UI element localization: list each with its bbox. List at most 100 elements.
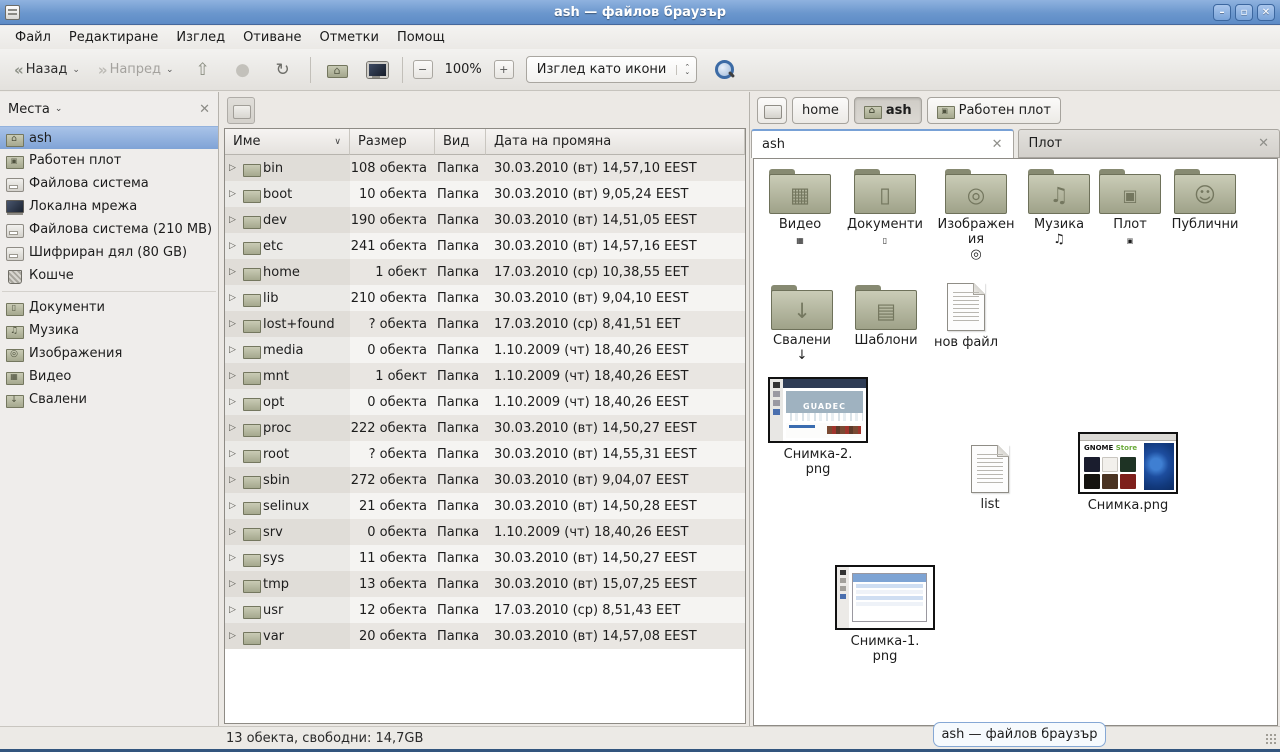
expander-icon[interactable] [229,371,240,381]
table-row[interactable]: sys 11 обекта Папка 30.03.2010 (вт) 14,5… [225,545,745,571]
sidebar-close-icon[interactable] [199,102,210,117]
breadcrumb-ash[interactable]: ash [854,97,922,124]
breadcrumb-filesystem[interactable] [757,97,787,124]
back-button[interactable]: « Назад ⌄ [8,57,86,83]
sidebar-item[interactable]: Шифриран дял (80 GB) [0,241,218,264]
table-row[interactable]: var 20 обекта Папка 30.03.2010 (вт) 14,5… [225,623,745,649]
menu-item[interactable]: Отиване [234,28,310,47]
menu-item[interactable]: Файл [6,28,60,47]
folder-video[interactable]: Видео [758,169,842,247]
reload-button[interactable]: ↻ [266,56,300,84]
icon-view[interactable]: Видео Документи Изображен ия Музика Плот… [753,158,1278,726]
tab-ash[interactable]: ash [751,129,1014,158]
column-header-date[interactable]: Дата на промяна [486,129,745,155]
table-row[interactable]: dev 190 обекта Папка 30.03.2010 (вт) 14,… [225,207,745,233]
sidebar-item[interactable]: Файлова система [0,172,218,195]
close-button[interactable]: ✕ [1257,4,1275,21]
stop-button[interactable]: ● [226,56,260,84]
sidebar-caret-icon[interactable]: ⌄ [55,104,63,114]
folder-templates[interactable]: Шаблони [846,285,926,348]
view-mode-select[interactable]: Изглед като икони ⌃⌄ [526,56,697,83]
sidebar-item[interactable]: Документи [0,296,218,319]
minimize-button[interactable]: – [1213,4,1231,21]
zoom-out-button[interactable]: − [413,60,433,79]
expander-icon[interactable] [229,215,240,225]
sidebar-title[interactable]: Места [8,102,50,117]
expander-icon[interactable] [229,345,240,355]
tab-close-icon[interactable] [992,137,1003,152]
table-row[interactable]: etc 241 обекта Папка 30.03.2010 (вт) 14,… [225,233,745,259]
file-snimka[interactable]: GNOME Store Снимка.png [1072,432,1184,513]
menu-item[interactable]: Отметки [310,28,387,47]
sidebar-item[interactable]: Изображения [0,342,218,365]
table-row[interactable]: bin 108 обекта Папка 30.03.2010 (вт) 14,… [225,155,745,181]
file-snimka-2[interactable]: GUADEC Снимка-2. png [762,377,874,477]
table-row[interactable]: tmp 13 обекта Папка 30.03.2010 (вт) 15,0… [225,571,745,597]
menu-item[interactable]: Помощ [388,28,454,47]
table-row[interactable]: srv 0 обекта Папка 1.10.2009 (чт) 18,40,… [225,519,745,545]
expander-icon[interactable] [229,267,240,277]
sidebar-item[interactable]: Свалени [0,388,218,411]
search-button[interactable] [713,58,737,82]
expander-icon[interactable] [229,189,240,199]
table-row[interactable]: sbin 272 обекта Папка 30.03.2010 (вт) 9,… [225,467,745,493]
expander-icon[interactable] [229,449,240,459]
expander-icon[interactable] [229,397,240,407]
table-row[interactable]: root ? обекта Папка 30.03.2010 (вт) 14,5… [225,441,745,467]
table-row[interactable]: opt 0 обекта Папка 1.10.2009 (чт) 18,40,… [225,389,745,415]
sidebar-item[interactable]: Видео [0,365,218,388]
table-row[interactable]: media 0 обекта Папка 1.10.2009 (чт) 18,4… [225,337,745,363]
sidebar-item[interactable]: Музика [0,319,218,342]
folder-music[interactable]: Музика [1020,169,1098,247]
expander-icon[interactable] [229,631,240,641]
expander-icon[interactable] [229,605,240,615]
folder-images[interactable]: Изображен ия [930,169,1022,262]
up-button[interactable]: ⇧ [186,56,220,84]
zoom-in-button[interactable]: + [494,60,514,79]
sidebar-item[interactable]: Работен плот [0,149,218,172]
sidebar-item[interactable]: Файлова система (210 MB) [0,218,218,241]
table-row[interactable]: lib 210 обекта Папка 30.03.2010 (вт) 9,0… [225,285,745,311]
file-list[interactable]: list [950,445,1030,512]
resize-grip[interactable] [1265,733,1278,746]
sidebar-item[interactable]: Кошче [0,264,218,287]
column-header-name[interactable]: Име ∨ [225,129,350,155]
table-row[interactable]: mnt 1 обект Папка 1.10.2009 (чт) 18,40,2… [225,363,745,389]
expander-icon[interactable] [229,579,240,589]
breadcrumb-desktop[interactable]: Работен плот [927,97,1061,124]
expander-icon[interactable] [229,319,240,329]
back-dropdown-icon[interactable]: ⌄ [72,65,80,75]
expander-icon[interactable] [229,293,240,303]
file-new-file[interactable]: нов файл [926,283,1006,350]
forward-button[interactable]: » Напред ⌄ [92,57,180,83]
menu-item[interactable]: Изглед [167,28,234,47]
expander-icon[interactable] [229,527,240,537]
folder-public[interactable]: Публични [1162,169,1248,232]
file-snimka-1[interactable]: Снимка-1. png [829,565,941,664]
table-row[interactable]: proc 222 обекта Папка 30.03.2010 (вт) 14… [225,415,745,441]
folder-desktop[interactable]: Плот [1094,169,1166,247]
expander-icon[interactable] [229,241,240,251]
expander-icon[interactable] [229,553,240,563]
column-header-type[interactable]: Вид [435,129,486,155]
computer-button[interactable] [360,58,392,82]
tab-close-icon[interactable] [1258,136,1269,151]
table-row[interactable]: home 1 обект Папка 17.03.2010 (ср) 10,38… [225,259,745,285]
expander-icon[interactable] [229,163,240,173]
table-row[interactable]: selinux 21 обекта Папка 30.03.2010 (вт) … [225,493,745,519]
table-row[interactable]: usr 12 обекта Папка 17.03.2010 (ср) 8,51… [225,597,745,623]
expander-icon[interactable] [229,501,240,511]
folder-downloads[interactable]: Свалени [762,285,842,363]
expander-icon[interactable] [229,475,240,485]
home-button[interactable] [321,58,354,82]
table-row[interactable]: lost+found ? обекта Папка 17.03.2010 (ср… [225,311,745,337]
expander-icon[interactable] [229,423,240,433]
maximize-button[interactable]: ▫ [1235,4,1253,21]
sidebar-item[interactable]: Локална мрежа [0,195,218,218]
breadcrumb-home[interactable]: home [792,97,849,124]
tab-plot[interactable]: Плот [1018,129,1280,158]
sidebar-item[interactable]: ash [0,126,218,149]
filesystem-breadcrumb-button[interactable] [227,97,255,124]
table-row[interactable]: boot 10 обекта Папка 30.03.2010 (вт) 9,0… [225,181,745,207]
menu-item[interactable]: Редактиране [60,28,167,47]
